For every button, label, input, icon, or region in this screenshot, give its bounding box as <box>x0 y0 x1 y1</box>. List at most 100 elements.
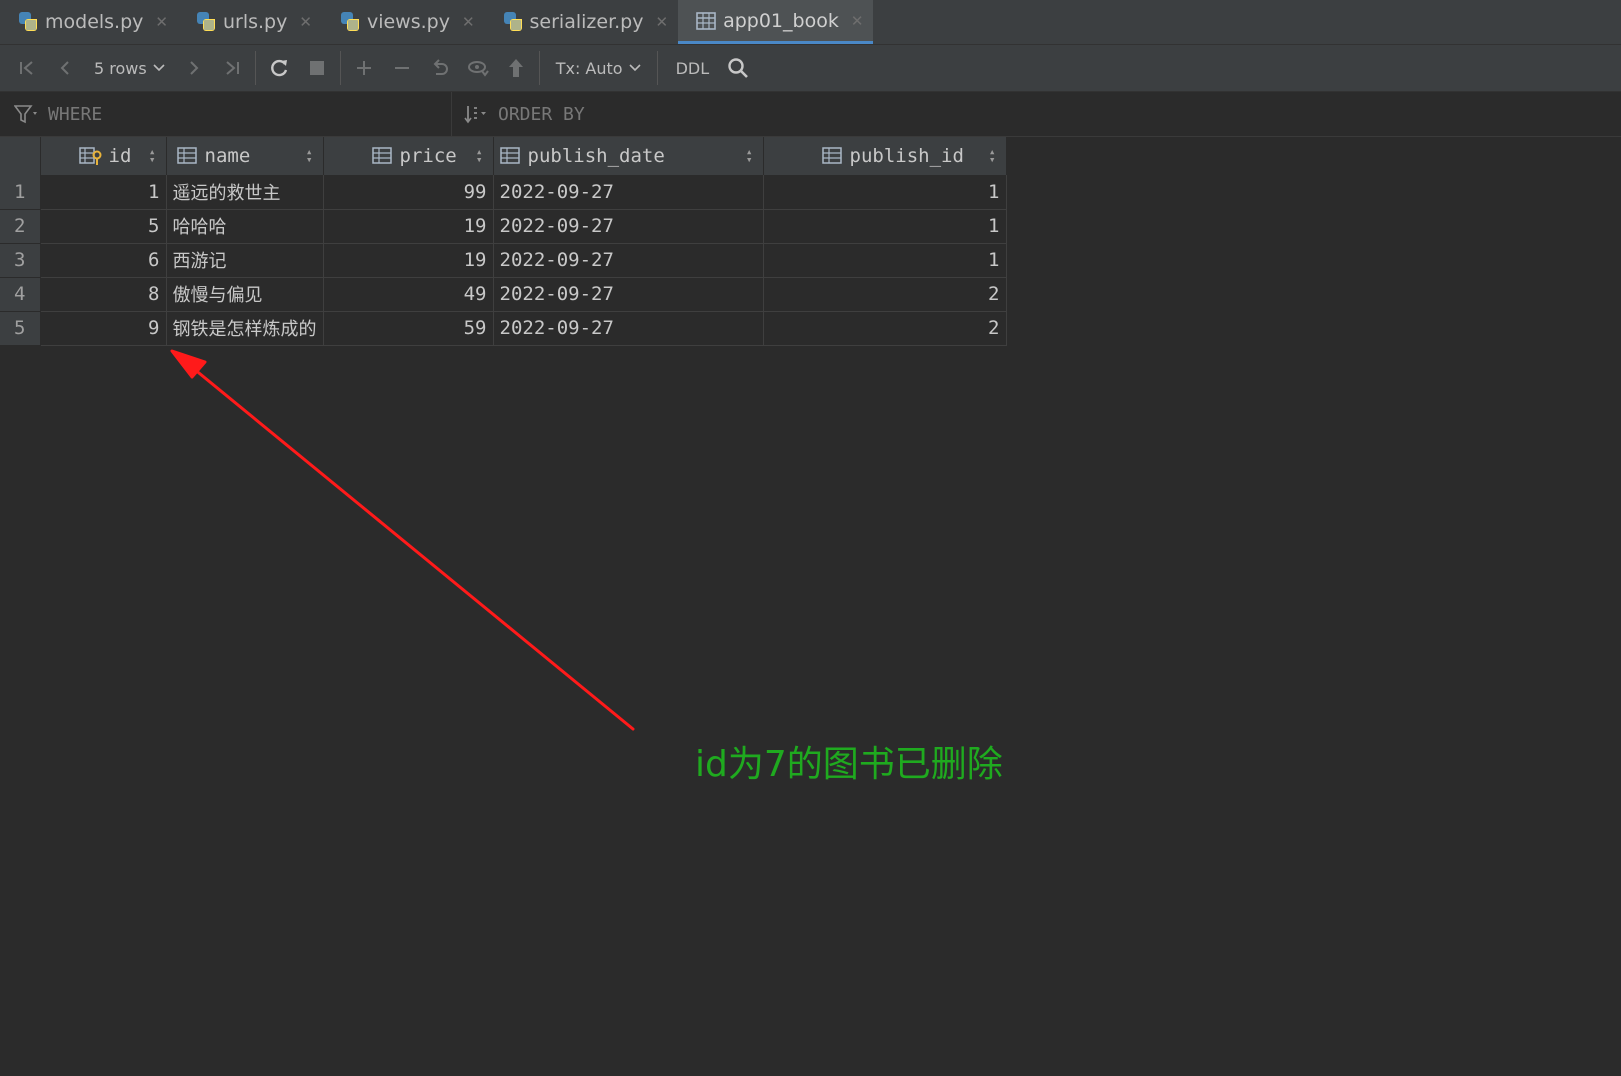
editor-tab-bar: models.py ✕ urls.py ✕ views.py ✕ seriali… <box>0 0 1621 45</box>
sort-toggle-icon[interactable]: ▴ ▾ <box>149 146 156 165</box>
ddl-button[interactable]: DDL <box>662 59 720 78</box>
search-button[interactable] <box>719 50 757 86</box>
cell-publish-date[interactable]: 2022-09-27 <box>493 209 764 244</box>
cell-id[interactable]: 5 <box>40 209 167 244</box>
table-icon <box>696 11 716 30</box>
column-header-id[interactable]: id ▴ ▾ <box>40 137 167 175</box>
cell-publish-id[interactable]: 2 <box>763 277 1007 312</box>
first-page-button[interactable] <box>8 50 46 86</box>
order-by-label: ORDER BY <box>498 103 585 125</box>
next-page-button[interactable] <box>175 50 213 86</box>
cell-price[interactable]: 99 <box>323 175 494 210</box>
where-filter-field[interactable]: WHERE <box>0 92 452 136</box>
close-icon[interactable]: ✕ <box>851 12 864 30</box>
table-row[interactable]: 1 1 遥远的救世主 99 2022-09-27 1 <box>0 175 1007 210</box>
tab-label: views.py <box>366 11 450 33</box>
tab-models-py[interactable]: models.py ✕ <box>0 0 178 44</box>
cell-publish-id[interactable]: 1 <box>763 175 1007 210</box>
delete-row-button[interactable] <box>383 50 421 86</box>
cell-publish-id[interactable]: 2 <box>763 311 1007 346</box>
cell-id[interactable]: 9 <box>40 311 167 346</box>
tab-app01-book[interactable]: app01_book ✕ <box>678 0 874 44</box>
cell-name[interactable]: 钢铁是怎样炼成的 <box>166 311 324 346</box>
sort-toggle-icon[interactable]: ▴ ▾ <box>476 146 483 165</box>
close-icon[interactable]: ✕ <box>299 13 312 31</box>
toolbar-separator <box>656 51 658 85</box>
first-page-icon <box>20 61 33 75</box>
tab-label: serializer.py <box>529 11 644 33</box>
tab-label: urls.py <box>222 11 288 33</box>
chevron-down-icon <box>629 64 641 72</box>
column-header-publish-date[interactable]: publish_date ▴ ▾ <box>493 137 764 175</box>
row-number[interactable]: 1 <box>0 175 41 210</box>
cell-publish-date[interactable]: 2022-09-27 <box>493 277 764 312</box>
previous-page-button[interactable] <box>46 50 84 86</box>
column-icon <box>176 147 197 164</box>
cell-publish-date[interactable]: 2022-09-27 <box>493 175 764 210</box>
row-number[interactable]: 3 <box>0 243 41 278</box>
data-editor-toolbar: 5 rows Tx: Auto DDL <box>0 45 1621 92</box>
plus-icon <box>356 61 371 75</box>
cell-price[interactable]: 19 <box>323 209 494 244</box>
cell-publish-id[interactable]: 1 <box>763 243 1007 278</box>
row-number[interactable]: 2 <box>0 209 41 244</box>
cell-id[interactable]: 6 <box>40 243 167 278</box>
annotation-note: id为7的图书已删除 <box>695 744 1003 785</box>
cell-name[interactable]: 西游记 <box>166 243 324 278</box>
sort-toggle-icon[interactable]: ▴ ▾ <box>746 146 753 165</box>
ddl-label: DDL <box>675 58 710 78</box>
stop-icon <box>309 61 324 75</box>
column-label: publish_id <box>849 145 964 167</box>
last-page-button[interactable] <box>213 50 251 86</box>
column-header-publish-id[interactable]: publish_id ▴ ▾ <box>763 137 1007 175</box>
undo-icon <box>433 59 448 75</box>
close-icon[interactable]: ✕ <box>462 13 475 31</box>
column-label: name <box>204 145 251 167</box>
tab-views-py[interactable]: views.py ✕ <box>322 0 485 44</box>
tab-label: models.py <box>45 11 144 33</box>
column-label: id <box>108 145 132 167</box>
tab-serializer-py[interactable]: serializer.py ✕ <box>485 0 679 44</box>
cell-publish-date[interactable]: 2022-09-27 <box>493 311 764 346</box>
sort-toggle-icon[interactable]: ▴ ▾ <box>989 146 996 165</box>
preview-pending-changes-button[interactable] <box>459 50 497 86</box>
page-size-dropdown[interactable]: 5 rows <box>84 59 175 78</box>
stop-button[interactable] <box>298 50 336 86</box>
cell-name[interactable]: 遥远的救世主 <box>166 175 324 210</box>
cell-price[interactable]: 59 <box>323 311 494 346</box>
cell-publish-date[interactable]: 2022-09-27 <box>493 243 764 278</box>
cell-id[interactable]: 8 <box>40 277 167 312</box>
refresh-button[interactable] <box>260 50 298 86</box>
cell-price[interactable]: 49 <box>323 277 494 312</box>
cell-price[interactable]: 19 <box>323 243 494 278</box>
transaction-mode-dropdown[interactable]: Tx: Auto <box>544 59 653 78</box>
cell-name[interactable]: 傲慢与偏见 <box>166 277 324 312</box>
primary-key-column-icon <box>78 147 101 165</box>
revert-button[interactable] <box>421 50 459 86</box>
column-header-name[interactable]: name ▴ ▾ <box>166 137 324 175</box>
add-row-button[interactable] <box>345 50 383 86</box>
search-icon <box>728 58 749 78</box>
close-icon[interactable]: ✕ <box>656 13 669 31</box>
cell-id[interactable]: 1 <box>40 175 167 210</box>
table-row[interactable]: 3 6 西游记 19 2022-09-27 1 <box>0 243 1007 278</box>
column-header-price[interactable]: price ▴ ▾ <box>323 137 494 175</box>
python-file-icon <box>503 11 523 33</box>
cell-name[interactable]: 哈哈哈 <box>166 209 324 244</box>
cell-publish-id[interactable]: 1 <box>763 209 1007 244</box>
row-number[interactable]: 5 <box>0 311 41 346</box>
tab-urls-py[interactable]: urls.py ✕ <box>178 0 322 44</box>
order-by-field[interactable]: ORDER BY <box>452 104 585 125</box>
toolbar-separator <box>339 51 341 85</box>
refresh-icon <box>270 59 287 77</box>
python-file-icon <box>340 11 360 33</box>
table-row[interactable]: 2 5 哈哈哈 19 2022-09-27 1 <box>0 209 1007 244</box>
sort-toggle-icon[interactable]: ▴ ▾ <box>306 146 313 165</box>
chevron-right-icon <box>189 61 199 75</box>
row-number[interactable]: 4 <box>0 277 41 312</box>
submit-button[interactable] <box>497 50 535 86</box>
table-row[interactable]: 4 8 傲慢与偏见 49 2022-09-27 2 <box>0 277 1007 312</box>
close-icon[interactable]: ✕ <box>155 13 168 31</box>
table-row[interactable]: 5 9 钢铁是怎样炼成的 59 2022-09-27 2 <box>0 311 1007 346</box>
python-file-icon <box>18 11 38 33</box>
